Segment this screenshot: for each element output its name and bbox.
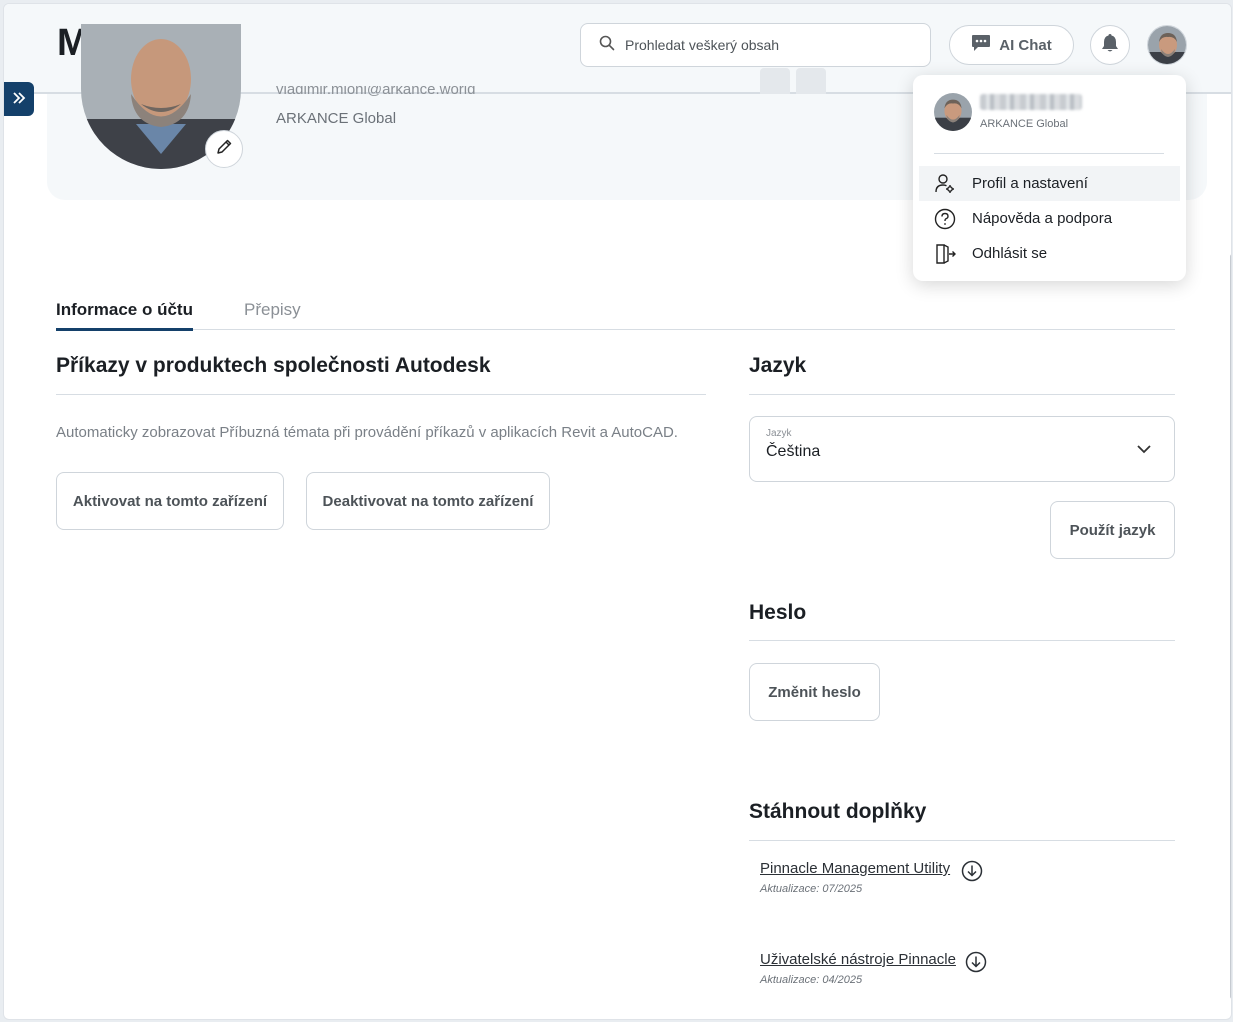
password-section-title: Heslo [749, 601, 807, 624]
notifications-button[interactable] [1090, 25, 1130, 65]
user-company: ARKANCE Global [980, 118, 1069, 130]
user-avatar-button[interactable] [1147, 25, 1187, 65]
autodesk-section-title: Příkazy v produktech společnosti Autodes… [56, 354, 491, 377]
chevron-down-icon [1136, 441, 1152, 459]
search-box[interactable] [580, 23, 931, 67]
menu-item-logout[interactable]: Odhlásit se [919, 236, 1180, 271]
search-icon [599, 35, 615, 56]
language-selected-value: Čeština [766, 443, 821, 460]
divider [749, 394, 1175, 395]
divider [934, 153, 1164, 154]
download-link[interactable]: Uživatelské nástroje Pinnacle [760, 951, 956, 968]
menu-item-help-support[interactable]: Nápověda a podpora [919, 201, 1180, 236]
avatar [934, 93, 972, 131]
menu-item-label: Odhlásit se [972, 245, 1048, 262]
ai-chat-label: AI Chat [999, 36, 1052, 54]
user-gear-icon [934, 173, 956, 195]
language-section-title: Jazyk [749, 354, 807, 377]
downloads-section-title: Stáhnout doplňky [749, 800, 927, 823]
edit-photo-button[interactable] [205, 130, 243, 168]
change-password-button[interactable]: Změnit heslo [749, 663, 880, 721]
autodesk-description: Automaticky zobrazovat Příbuzná témata p… [56, 424, 678, 441]
download-icon[interactable] [961, 860, 983, 882]
app-window: Můj účet AI Chat [3, 3, 1232, 1020]
help-circle-icon [934, 208, 956, 230]
language-select[interactable]: Jazyk Čeština [749, 416, 1175, 482]
menu-item-label: Profil a nastavení [972, 175, 1088, 192]
download-updated: Aktualizace: 04/2025 [760, 974, 863, 986]
profile-email: vladimir.mloni@arkance.world [276, 86, 476, 98]
avatar [1148, 26, 1186, 64]
download-link[interactable]: Pinnacle Management Utility [760, 860, 950, 877]
language-field-label: Jazyk [766, 428, 792, 439]
scrollbar[interactable] [1230, 254, 1231, 999]
pencil-icon [215, 138, 233, 161]
activate-button[interactable]: Aktivovat na tomto zařízení [56, 472, 284, 530]
chat-bubble-icon [971, 34, 991, 56]
menu-item-label: Nápověda a podpora [972, 210, 1113, 227]
divider [749, 840, 1175, 841]
tab-account-info[interactable]: Informace o účtu [56, 300, 193, 331]
divider [749, 640, 1175, 641]
sidebar-expand-button[interactable] [4, 82, 34, 116]
menu-item-profile-settings[interactable]: Profil a nastavení [919, 166, 1180, 201]
divider [56, 394, 706, 395]
placeholder-block [796, 68, 826, 94]
logout-icon [934, 243, 956, 265]
profile-company: ARKANCE Global [276, 110, 397, 127]
search-input[interactable] [625, 37, 915, 53]
placeholder-block [760, 68, 790, 94]
tab-bar: Informace o účtu Přepisy [56, 300, 1175, 331]
user-menu: ARKANCE Global Profil a nastavení Nápově… [913, 75, 1186, 281]
user-name-redacted [980, 94, 1082, 110]
ai-chat-button[interactable]: AI Chat [949, 25, 1074, 65]
double-chevron-right-icon [12, 89, 26, 110]
download-updated: Aktualizace: 07/2025 [760, 883, 863, 895]
deactivate-button[interactable]: Deaktivovat na tomto zařízení [306, 472, 550, 530]
tab-transcripts[interactable]: Přepisy [244, 300, 301, 328]
download-icon[interactable] [965, 951, 987, 973]
bell-icon [1101, 33, 1119, 58]
apply-language-button[interactable]: Použít jazyk [1050, 501, 1175, 559]
